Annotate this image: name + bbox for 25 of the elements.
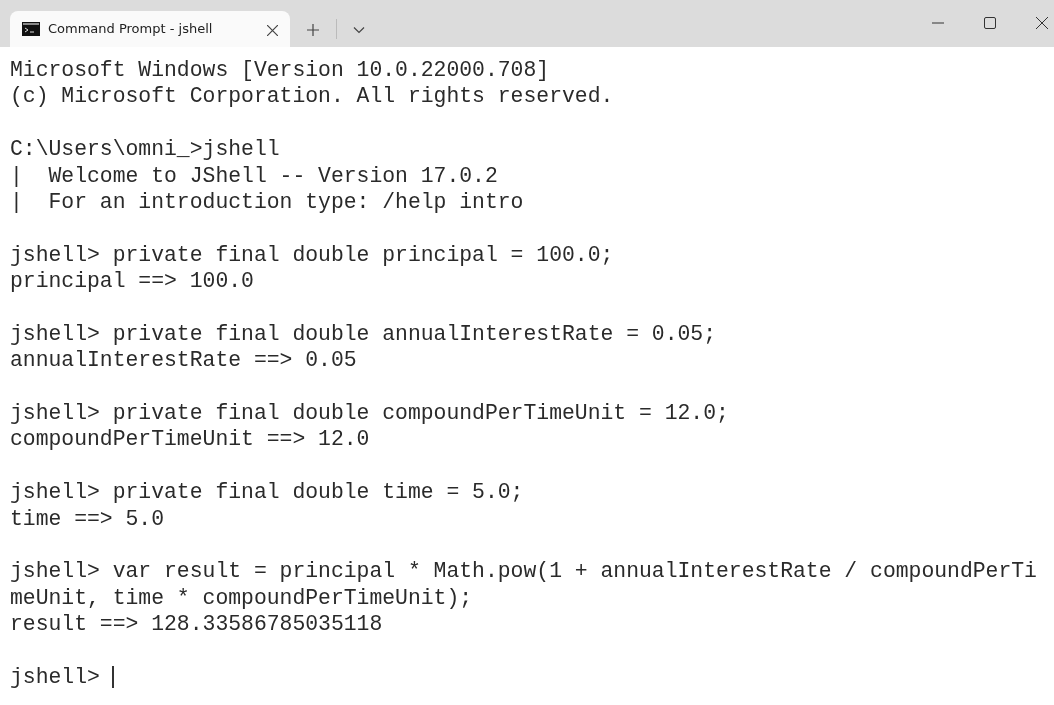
tab-close-button[interactable] <box>267 22 278 36</box>
new-tab-button[interactable] <box>306 21 320 37</box>
console-line: principal ==> 100.0 <box>10 269 254 294</box>
console-line: | Welcome to JShell -- Version 17.0.2 <box>10 163 498 188</box>
console-line: (c) Microsoft Corporation. All rights reserved. <box>10 84 614 109</box>
minimize-icon <box>932 21 944 24</box>
console-line: jshell> private final double time = 5.0; <box>10 480 524 505</box>
maximize-button[interactable] <box>984 14 996 30</box>
shell-prompt: jshell> <box>10 664 100 691</box>
console-line: compoundPerTimeUnit ==> 12.0 <box>10 427 370 452</box>
console-line: jshell> private final double compoundPerTimeUnit = 12.0; <box>10 401 729 426</box>
console-line: C:\Users\omni_>jshell <box>10 137 280 162</box>
console-line: annualInterestRate ==> 0.05 <box>10 348 357 373</box>
terminal-tab[interactable]: Command Prompt - jshell <box>10 11 290 47</box>
console-line: | For an introduction type: /help intro <box>10 189 524 214</box>
console-line: jshell> private final double principal = 100.0; <box>10 242 614 267</box>
console-line: meUnit, time * compoundPerTimeUnit); <box>10 585 473 610</box>
console-line: time ==> 5.0 <box>10 506 165 531</box>
text-cursor <box>111 666 114 689</box>
close-button[interactable] <box>1036 14 1048 30</box>
console-line: Microsoft Windows [Version 10.0.22000.708] <box>10 58 550 82</box>
console-line: jshell> private final double annualInterestRate = 0.05; <box>10 321 716 346</box>
console-line: jshell> var result = principal * Math.pow(1 + annualInterestRate / compoundPerTi <box>10 559 1037 584</box>
terminal-icon <box>22 22 40 36</box>
console-line: result ==> 128.33586785035118 <box>10 612 383 637</box>
